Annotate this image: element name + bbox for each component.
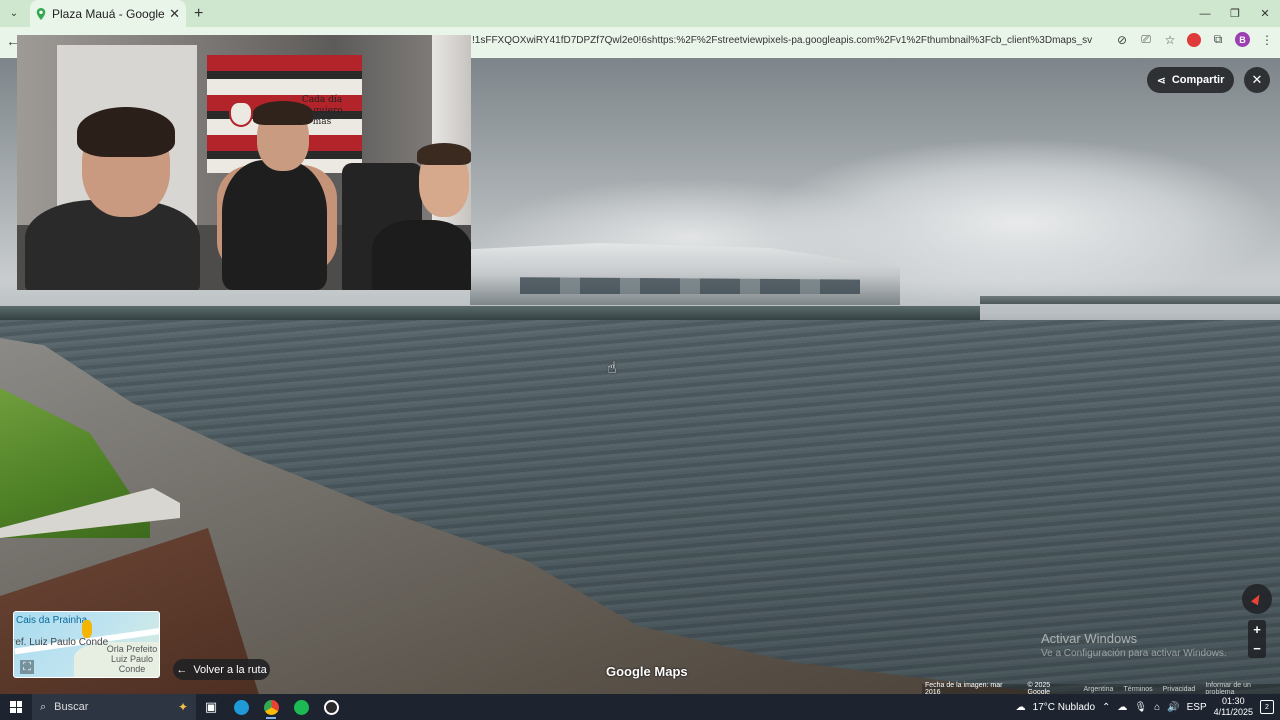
terms-link[interactable]: Términos xyxy=(1123,686,1152,693)
window-controls: — ❐ ✕ xyxy=(1190,0,1280,27)
address-bar-actions: ⊘ ⎚ ☆ ⧉ B ⋮ xyxy=(1115,32,1274,47)
bookmark-star-icon[interactable]: ☆ xyxy=(1163,33,1177,47)
browser-tab-bar: ⌄ Plaza Mauá - Google Maps ✕ + — ❐ ✕ xyxy=(0,0,1280,27)
zoom-out-icon[interactable]: − xyxy=(1253,641,1261,656)
volume-icon[interactable]: 🔊 xyxy=(1167,702,1179,713)
arrow-left-icon: ← xyxy=(176,663,188,676)
profile-avatar[interactable]: B xyxy=(1235,32,1250,47)
extension-adblock-icon[interactable] xyxy=(1187,32,1201,47)
clock-date: 4/11/2025 xyxy=(1213,707,1253,717)
minimap-label-orla: Orla Prefeito Luiz Paulo Conde xyxy=(106,644,158,674)
back-to-route-button[interactable]: ← Volver a la ruta xyxy=(173,659,270,680)
weather-cloud-icon: ☁ xyxy=(1015,701,1026,713)
windows-logo-icon xyxy=(10,701,22,713)
privacy-link[interactable]: Privacidad xyxy=(1163,686,1196,693)
clock-time: 01:30 xyxy=(1222,696,1245,706)
distant-bridge xyxy=(980,296,1280,304)
share-icon: ⋖ xyxy=(1156,74,1166,87)
network-icon[interactable]: ⌂ xyxy=(1154,702,1160,713)
start-button[interactable] xyxy=(0,694,32,720)
maps-pin-icon xyxy=(36,7,46,20)
onedrive-icon[interactable]: ☁ xyxy=(1117,702,1127,713)
zoom-in-icon[interactable]: + xyxy=(1253,622,1261,637)
expand-map-icon[interactable]: ⛶ xyxy=(20,660,34,674)
person-right xyxy=(372,220,471,290)
extensions-puzzle-icon[interactable]: ⧉ xyxy=(1211,32,1225,47)
eye-off-icon[interactable]: ⊘ xyxy=(1115,33,1129,47)
webcam-overlay: Cada día te quiero más xyxy=(17,35,471,290)
pegman-icon xyxy=(82,620,92,638)
window-close-icon[interactable]: ✕ xyxy=(1250,0,1280,27)
url-field[interactable]: !1sFFXQOXwiRY41fD7DPZf7Qwl2e0!6shttps:%2… xyxy=(472,35,1092,46)
edge-icon[interactable] xyxy=(226,694,256,720)
notification-center-icon[interactable]: 2 xyxy=(1260,700,1274,714)
hand-cursor-icon: ☝ xyxy=(607,360,617,377)
tray-chevron-icon[interactable]: ⌃ xyxy=(1102,702,1110,713)
spotify-icon[interactable] xyxy=(286,694,316,720)
close-street-view-button[interactable]: ✕ xyxy=(1244,67,1270,93)
tab-title: Plaza Mauá - Google Maps xyxy=(52,6,169,21)
minimap-label-street: ref. Luiz Paulo Conde xyxy=(13,637,109,648)
tab-search-chevron-icon[interactable]: ⌄ xyxy=(0,0,28,27)
person-right-hair xyxy=(417,143,471,165)
notification-count: 2 xyxy=(1265,703,1269,711)
minimize-icon[interactable]: — xyxy=(1190,0,1220,27)
close-icon: ✕ xyxy=(1251,72,1263,87)
tab-google-maps[interactable]: Plaza Mauá - Google Maps ✕ xyxy=(30,0,186,27)
cast-icon[interactable]: ⎚ xyxy=(1139,32,1153,47)
chrome-icon[interactable] xyxy=(256,694,286,720)
weather-text[interactable]: 17°C Nublado xyxy=(1033,702,1095,713)
taskbar-search[interactable]: ⌕ Buscar ✦ xyxy=(32,694,196,720)
person-center xyxy=(222,160,327,290)
language-indicator[interactable]: ESP xyxy=(1187,702,1207,713)
person-center-hair xyxy=(253,101,313,125)
system-tray: ☁ 17°C Nublado ⌃ ☁ 🎙 ⌂ 🔊 ESP 01:30 4/11/… xyxy=(1016,694,1280,720)
microphone-icon[interactable]: 🎙 xyxy=(1134,702,1147,713)
minimap-label-place: Cais da Prainha xyxy=(16,615,88,626)
new-tab-button[interactable]: + xyxy=(194,5,203,23)
share-label: Compartir xyxy=(1171,74,1225,86)
minimap[interactable]: Cais da Prainha ref. Luiz Paulo Conde Or… xyxy=(13,611,160,678)
copilot-sparkle-icon: ✦ xyxy=(177,700,188,714)
browser-menu-icon[interactable]: ⋮ xyxy=(1260,33,1274,47)
share-button[interactable]: ⋖ Compartir xyxy=(1147,67,1234,93)
restore-icon[interactable]: ❐ xyxy=(1220,0,1250,27)
activate-windows-subtitle: Ve a Configuración para activar Windows. xyxy=(1041,648,1227,659)
compass-button[interactable] xyxy=(1242,584,1272,614)
task-view-icon[interactable]: ▣ xyxy=(196,694,226,720)
map-attribution: Fecha de la imagen: mar 2016 © 2025 Goog… xyxy=(922,682,1280,696)
activate-windows-title: Activar Windows xyxy=(1041,631,1138,646)
obs-icon[interactable] xyxy=(316,694,346,720)
search-icon: ⌕ xyxy=(40,700,47,713)
person-left-hair xyxy=(77,107,175,157)
zoom-controls: + − xyxy=(1248,620,1266,658)
search-placeholder: Buscar xyxy=(54,701,89,713)
club-crest-icon xyxy=(229,101,253,127)
tab-close-icon[interactable]: ✕ xyxy=(169,6,180,22)
google-maps-logo: Google Maps xyxy=(606,664,688,679)
compass-needle-icon xyxy=(1251,592,1263,606)
windows-taskbar: ⌕ Buscar ✦ ▣ ☁ 17°C Nublado ⌃ ☁ 🎙 ⌂ 🔊 ES… xyxy=(0,694,1280,720)
back-to-route-label: Volver a la ruta xyxy=(193,663,267,676)
country-link[interactable]: Argentina xyxy=(1083,686,1113,693)
clock[interactable]: 01:30 4/11/2025 xyxy=(1214,696,1253,718)
